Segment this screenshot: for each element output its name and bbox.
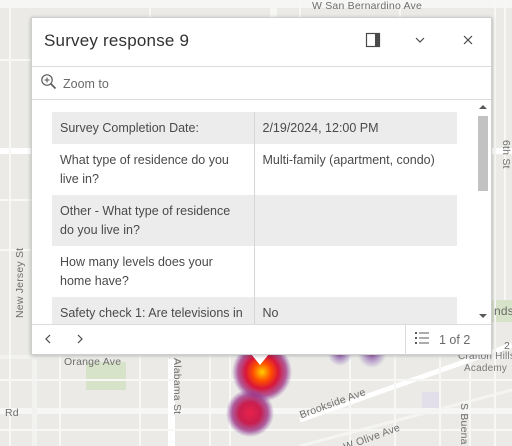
dock-button[interactable] (361, 30, 385, 54)
field-label: Other - What type of residence do you li… (52, 195, 255, 246)
street-label-6th: 6th St (500, 140, 512, 169)
collapse-button[interactable] (408, 30, 432, 54)
street-label-new-jersey: New Jersey St (14, 247, 26, 318)
street-label-buena: S Buena (458, 403, 470, 445)
table-row: How many levels does your home have? (52, 246, 457, 297)
popup-footer: 1 of 2 (32, 325, 491, 355)
field-value: Multi-family (apartment, condo) (262, 153, 435, 167)
scroll-down-arrow[interactable] (479, 314, 487, 318)
zoom-to-button[interactable]: Zoom to (40, 73, 109, 95)
table-row: Safety check 1: Are televisions in the h… (52, 297, 457, 324)
field-value (254, 195, 457, 246)
street-label-orange: Orange Ave (64, 356, 122, 368)
popup-actions: Zoom to (32, 67, 491, 99)
feature-list-button[interactable]: 1 of 2 (405, 325, 492, 355)
field-label: Safety check 1: Are televisions in the h… (52, 297, 255, 324)
content-scrollbar[interactable] (475, 100, 491, 325)
field-value: 2/19/2024, 12:00 PM (254, 112, 457, 144)
field-label: What type of residence do you live in? (52, 144, 255, 195)
close-button[interactable] (456, 30, 480, 54)
field-label: Survey Completion Date: (52, 112, 255, 144)
field-label: How many levels does your home have? (52, 246, 255, 297)
chevron-left-icon (43, 332, 53, 350)
zoom-in-icon (40, 73, 57, 95)
table-row: Survey Completion Date: 2/19/2024, 12:00… (52, 112, 457, 144)
attribute-table: Survey Completion Date: 2/19/2024, 12:00… (52, 112, 457, 324)
popup-header: Survey response 9 (32, 18, 491, 66)
table-row: Other - What type of residence do you li… (52, 195, 457, 246)
popup-title: Survey response 9 (44, 31, 190, 50)
feature-popup: Survey response 9 Zoom to Survey Complet… (31, 17, 492, 355)
next-feature-button[interactable] (70, 331, 90, 351)
previous-feature-button[interactable] (38, 331, 58, 351)
table-row: What type of residence do you live in? M… (52, 144, 457, 195)
chevron-down-icon (414, 33, 426, 51)
street-label-rd: Rd (5, 407, 19, 419)
close-icon (462, 33, 474, 51)
scroll-up-arrow[interactable] (479, 105, 487, 109)
poi-label-academy: Academy (464, 363, 508, 374)
field-value (254, 246, 457, 297)
street-label-alabama: Alabama St (171, 358, 183, 415)
pager-label: 1 of 2 (439, 333, 471, 347)
popup-content[interactable]: Survey Completion Date: 2/19/2024, 12:00… (32, 100, 491, 324)
scrollbar-thumb[interactable] (478, 116, 488, 191)
popup-pointer (251, 354, 269, 365)
street-label-san-bernardino: W San Bernardino Ave (312, 0, 423, 12)
poi-label-partial: nds (494, 304, 512, 318)
chevron-right-icon (75, 332, 85, 350)
feature-list-icon (414, 330, 430, 351)
zoom-to-label: Zoom to (63, 77, 109, 91)
field-value: No (254, 297, 457, 324)
dock-icon (365, 32, 381, 53)
